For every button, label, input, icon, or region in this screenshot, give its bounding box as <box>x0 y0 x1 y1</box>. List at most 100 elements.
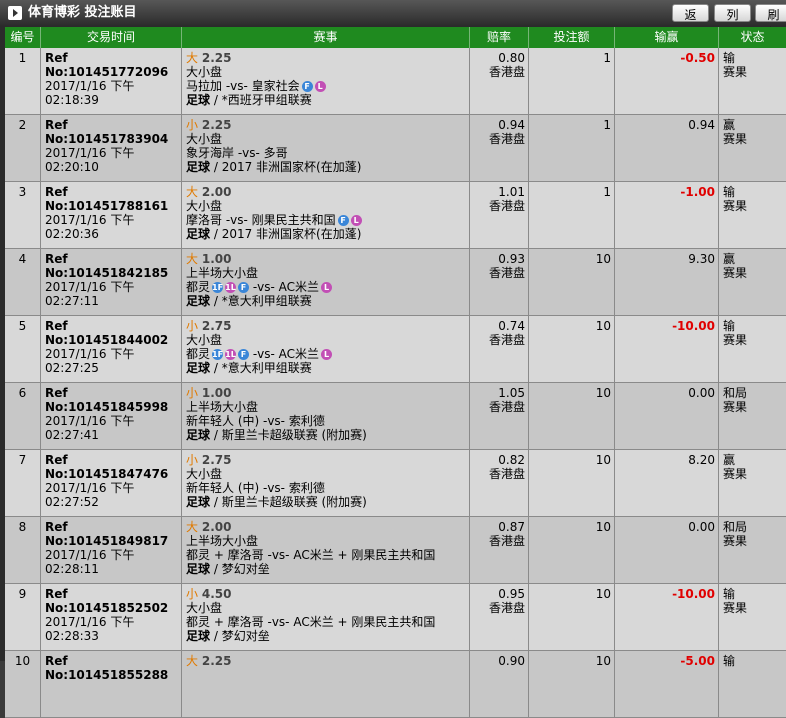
status-cell: 赢赛果 <box>719 115 786 181</box>
selection-value: 2.00 <box>201 520 232 534</box>
event-cell: 小 2.25 大小盘 象牙海岸 -vs- 多哥 足球 / 2017 非洲国家杯(在加蓬… <box>182 115 470 181</box>
match-line: 都灵 + 摩洛哥 -vs- AC米兰 + 刚果民主共和国 <box>186 615 469 629</box>
result-link[interactable]: 赛果 <box>723 65 786 79</box>
odds-type: 香港盘 <box>488 199 525 213</box>
selection-value: 1.00 <box>201 252 232 266</box>
bet-type-f-icon: F <box>238 349 250 360</box>
row-number: 9 <box>5 584 41 650</box>
sport-name: 足球 <box>186 93 211 107</box>
ref-cell: Ref No:101451852502 2017/1/16 下午 02:28:33 <box>41 584 182 650</box>
odds-value: 0.74 <box>498 319 525 333</box>
result-status: 输 <box>723 185 736 199</box>
league-name: 2017 非洲国家杯(在加蓬) <box>221 160 362 174</box>
bet-type-l-icon: L <box>350 215 362 226</box>
selection-value: 2.00 <box>201 185 232 199</box>
odds-value: 0.94 <box>498 118 525 132</box>
match-line: 象牙海岸 -vs- 多哥 <box>186 146 469 160</box>
bet-type-f-icon: F <box>337 215 349 226</box>
sport-name: 足球 <box>186 227 211 241</box>
odds-value: 1.01 <box>498 185 525 199</box>
selection-line: 大 2.25 <box>186 654 469 668</box>
selection-value: 2.75 <box>201 319 232 333</box>
league-line: 足球 / 斯里兰卡超级联赛 (附加赛) <box>186 495 367 509</box>
ref-cell: Ref No:101451847476 2017/1/16 下午 02:27:52 <box>41 450 182 516</box>
result-status: 赢 <box>723 252 736 266</box>
bet-type-1l-icon: 1L <box>225 349 237 360</box>
sport-name: 足球 <box>186 428 211 442</box>
odds-value: 0.82 <box>498 453 525 467</box>
row-number: 7 <box>5 450 41 516</box>
back-button[interactable]: 返回 <box>672 4 709 40</box>
match-line: 都灵 + 摩洛哥 -vs- AC米兰 + 刚果民主共和国 <box>186 548 469 562</box>
result-status: 和局 <box>723 520 748 534</box>
table-header: 编号 交易时间 赛事 赔率 投注额 输赢 状态 <box>5 27 786 48</box>
odds-type: 香港盘 <box>488 333 525 347</box>
status-cell: 输赛果 <box>719 182 786 248</box>
win-loss-amount: -10.00 <box>615 316 719 382</box>
odds-value: 0.93 <box>498 252 525 266</box>
bet-type-f-icon: F <box>238 282 250 293</box>
match-name: 摩洛哥 -vs- 刚果民主共和国 <box>186 213 336 227</box>
event-cell: 大 2.25 大小盘 马拉加 -vs- 皇家社会 F L 足球 / *西班牙甲组联赛 <box>182 48 470 114</box>
ref-number: Ref No:101451852502 <box>45 587 169 615</box>
odds-type: 香港盘 <box>488 132 525 146</box>
odds-type: 香港盘 <box>488 266 525 280</box>
event-cell: 小 1.00 上半场大小盘 新年轻人 (中) -vs- 索利德 足球 / 斯里兰卡超级… <box>182 383 470 449</box>
table-row: 5 Ref No:101451844002 2017/1/16 下午 02:27:2… <box>5 316 786 383</box>
table-row: 6 Ref No:101451845998 2017/1/16 下午 02:27:4… <box>5 383 786 450</box>
selection-line: 大 2.25 <box>186 51 469 65</box>
match-name: 都灵 + 摩洛哥 -vs- AC米兰 + 刚果民主共和国 <box>186 615 436 629</box>
selection-side: 大 <box>186 51 199 65</box>
league-line: 足球 / 斯里兰卡超级联赛 (附加赛) <box>186 428 367 442</box>
event-cell: 大 1.00 上半场大小盘 都灵 1F 1L F -vs- AC米兰 L 足球 / *意大利甲… <box>182 249 470 315</box>
odds-cell: 1.05 香港盘 <box>470 383 529 449</box>
result-link[interactable]: 赛果 <box>723 601 786 615</box>
selection-value: 4.50 <box>201 587 232 601</box>
ref-cell: Ref No:101451849817 2017/1/16 下午 02:28:11 <box>41 517 182 583</box>
match-name: 马拉加 -vs- 皇家社会 <box>186 79 300 93</box>
odds-value: 0.80 <box>498 51 525 65</box>
status-cell: 和局 赛果 <box>719 517 786 583</box>
bet-type-f-icon: F <box>301 81 313 92</box>
result-link[interactable]: 赛果 <box>723 534 786 548</box>
selection-value: 2.75 <box>201 453 232 467</box>
market-type: 大小盘 <box>186 333 223 347</box>
result-status: 输 <box>723 51 736 65</box>
match-name: 都灵 <box>186 280 211 294</box>
result-link[interactable]: 赛果 <box>723 400 786 414</box>
col-header-time: 交易时间 <box>41 27 182 48</box>
league-line: 足球 / *西班牙甲组联赛 <box>186 93 312 107</box>
match-line: 马拉加 -vs- 皇家社会 F L <box>186 79 469 93</box>
transaction-time: 2017/1/16 下午 02:27:25 <box>45 347 135 375</box>
col-header-event: 赛事 <box>182 27 470 48</box>
row-number: 2 <box>5 115 41 181</box>
selection-line: 小 2.75 <box>186 453 469 467</box>
result-link[interactable]: 赛果 <box>723 333 786 347</box>
league-name: 2017 非洲国家杯(在加蓬) <box>221 227 362 241</box>
ref-cell: Ref No:101451844002 2017/1/16 下午 02:27:25 <box>41 316 182 382</box>
stake-amount: 1 <box>529 182 615 248</box>
win-loss-amount: 0.94 <box>615 115 719 181</box>
result-link[interactable]: 赛果 <box>723 266 786 280</box>
event-cell: 大 2.00 上半场大小盘 都灵 + 摩洛哥 -vs- AC米兰 + 刚果民主共和国… <box>182 517 470 583</box>
result-link[interactable]: 赛果 <box>723 132 786 146</box>
result-status: 输 <box>723 654 736 668</box>
odds-value: 1.05 <box>498 386 525 400</box>
result-link[interactable]: 赛果 <box>723 199 786 213</box>
col-header-no: 编号 <box>5 27 41 48</box>
ref-cell: Ref No:101451788161 2017/1/16 下午 02:20:36 <box>41 182 182 248</box>
result-link[interactable]: 赛果 <box>723 467 786 481</box>
print-button[interactable]: 列印 <box>714 4 751 40</box>
transaction-time: 2017/1/16 下午 02:20:10 <box>45 146 135 174</box>
odds-value: 0.95 <box>498 587 525 601</box>
sport-name: 足球 <box>186 361 211 375</box>
table-row: 10 Ref No:101451855288 大 2.25 0.90 10 -5.00 输 <box>5 651 786 718</box>
match-line: 摩洛哥 -vs- 刚果民主共和国 F L <box>186 213 469 227</box>
refresh-button[interactable]: 刷新 <box>755 4 786 40</box>
transaction-time: 2017/1/16 下午 02:28:11 <box>45 548 135 576</box>
win-loss-amount: 0.00 <box>615 517 719 583</box>
table-row: 8 Ref No:101451849817 2017/1/16 下午 02:28:1… <box>5 517 786 584</box>
stake-amount: 1 <box>529 48 615 114</box>
win-loss-amount: -1.00 <box>615 182 719 248</box>
odds-cell: 0.82 香港盘 <box>470 450 529 516</box>
